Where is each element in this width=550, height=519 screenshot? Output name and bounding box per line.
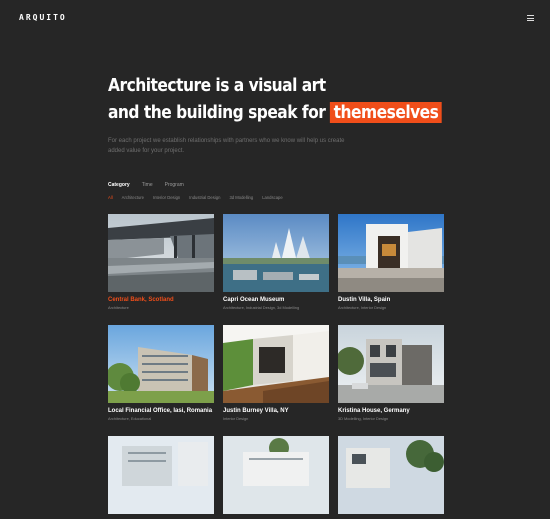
- project-image-central-bank: [108, 214, 214, 292]
- filter-3d-modelling[interactable]: 3d Modelling: [229, 195, 253, 200]
- project-tags: Interior Design: [223, 416, 249, 421]
- project-card-9[interactable]: [338, 436, 444, 519]
- project-card-local-financial-office[interactable]: Local Financial Office, Iasi, Romania Ar…: [108, 325, 214, 421]
- tab-program[interactable]: Program: [165, 182, 184, 188]
- project-title[interactable]: Local Financial Office, Iasi, Romania: [108, 408, 214, 414]
- project-title[interactable]: Justin Burney Villa, NY: [223, 408, 329, 414]
- project-card-justin-burney-villa[interactable]: Justin Burney Villa, NY Interior Design: [223, 325, 329, 421]
- project-tags: 3D Modelling, Interior Design: [338, 416, 389, 421]
- hero-heading-highlight: themeselves: [330, 102, 442, 123]
- project-title[interactable]: Kristina House, Germany: [338, 408, 444, 414]
- project-image-kristina-house: [338, 325, 444, 403]
- hero-heading-prefix: and the building speak for: [108, 102, 326, 123]
- filter-architecture[interactable]: Architecture: [122, 195, 144, 200]
- project-image-capri-ocean-museum: [223, 214, 329, 292]
- project-tags: Architecture, Industrial Design, 3d Mode…: [223, 305, 300, 310]
- filter-landscape[interactable]: Landscape: [262, 195, 283, 200]
- tab-time[interactable]: Time: [142, 182, 153, 188]
- site-header: ARQUITO: [0, 0, 550, 36]
- project-image-7: [108, 436, 214, 514]
- filter-tabs: Category Time Program: [108, 182, 283, 188]
- project-filters: Category Time Program All Architecture I…: [108, 182, 283, 200]
- filter-all[interactable]: All: [108, 195, 113, 200]
- project-card-dustin-villa[interactable]: Dustin Villa, Spain Architecture, Interi…: [338, 214, 444, 310]
- hero-section: Architecture is a visual art and the bui…: [108, 72, 468, 156]
- project-image-9: [338, 436, 444, 514]
- filter-industrial-design[interactable]: Industrial Design: [189, 195, 220, 200]
- project-image-dustin-villa: [338, 214, 444, 292]
- project-tags: Architecture, Educational: [108, 416, 152, 421]
- project-card-7[interactable]: [108, 436, 214, 519]
- project-image-local-financial-office: [108, 325, 214, 403]
- project-image-justin-burney-villa: [223, 325, 329, 403]
- project-image-8: [223, 436, 329, 514]
- site-logo[interactable]: ARQUITO: [19, 13, 67, 22]
- project-card-capri-ocean-museum[interactable]: Capri Ocean Museum Architecture, Industr…: [223, 214, 329, 310]
- hero-heading-line-1: Architecture is a visual art: [108, 75, 326, 96]
- hamburger-menu-icon[interactable]: [527, 15, 534, 21]
- project-tags: Architecture, Interior Design: [338, 305, 387, 310]
- hero-heading-line-2: and the building speak for themeselves: [108, 99, 442, 126]
- project-card-central-bank[interactable]: Central Bank, Scotland Architecture: [108, 214, 214, 310]
- project-title[interactable]: Central Bank, Scotland: [108, 297, 214, 303]
- filter-interior-design[interactable]: Interior Design: [153, 195, 180, 200]
- filter-categories: All Architecture Interior Design Industr…: [108, 195, 283, 200]
- tab-category[interactable]: Category: [108, 182, 130, 188]
- hero-subtitle: For each project we establish relationsh…: [108, 138, 345, 154]
- project-card-kristina-house[interactable]: Kristina House, Germany 3D Modelling, In…: [338, 325, 444, 421]
- project-title[interactable]: Dustin Villa, Spain: [338, 297, 444, 303]
- project-title[interactable]: Capri Ocean Museum: [223, 297, 329, 303]
- project-tags: Architecture: [108, 305, 129, 310]
- project-card-8[interactable]: [223, 436, 329, 519]
